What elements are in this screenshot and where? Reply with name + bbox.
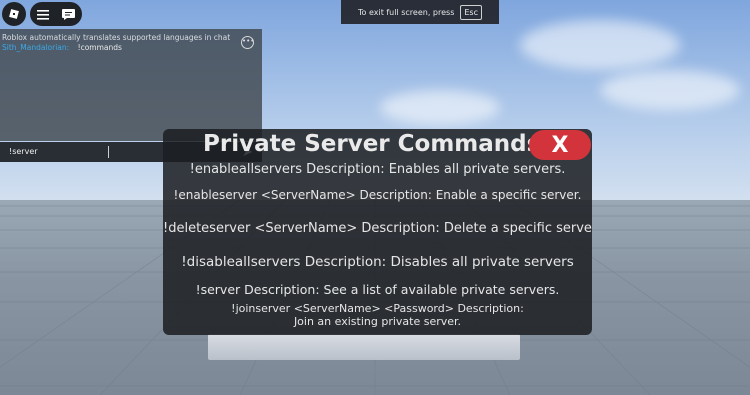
command-row: !joinserver <ServerName> <Password> Desc…	[231, 302, 524, 328]
cloud	[600, 70, 740, 110]
chat-message-text: !commands	[77, 43, 122, 52]
spawn-platform	[208, 334, 520, 360]
command-row: !deleteserver <ServerName> Description: …	[163, 221, 592, 236]
chat-window: Roblox automatically translates supporte…	[0, 29, 262, 141]
chat-system-message: Roblox automatically translates supporte…	[2, 33, 231, 42]
command-row: !disableallservers Description: Disables…	[181, 254, 574, 270]
text-cursor	[108, 146, 109, 158]
chat-icon[interactable]	[62, 5, 76, 24]
fullscreen-exit-banner: To exit full screen, press Esc	[341, 0, 499, 24]
command-row: !server Description: See a list of avail…	[195, 282, 560, 297]
roblox-menu-button[interactable]	[2, 2, 26, 26]
toolbar-pill	[30, 2, 82, 26]
fullscreen-banner-text: To exit full screen, press	[357, 7, 455, 17]
roblox-logo-icon	[8, 5, 20, 24]
chat-username[interactable]: Sith_Mandalorian:	[2, 43, 69, 52]
close-button[interactable]: X	[529, 130, 591, 160]
menu-icon[interactable]	[36, 5, 49, 24]
chat-message: Sith_Mandalorian: !commands	[2, 43, 122, 52]
ellipsis-icon[interactable]: •••	[241, 36, 254, 49]
cloud	[380, 90, 500, 125]
esc-key-hint: Esc	[460, 4, 482, 20]
command-row: !enableserver <ServerName> Description: …	[173, 188, 582, 202]
private-server-commands-panel: Private Server Commands X !enableallserv…	[163, 129, 592, 335]
chat-input-field[interactable]: !server	[9, 147, 38, 156]
cloud	[520, 20, 680, 70]
command-row: !enableallservers Description: Enables a…	[189, 162, 566, 177]
